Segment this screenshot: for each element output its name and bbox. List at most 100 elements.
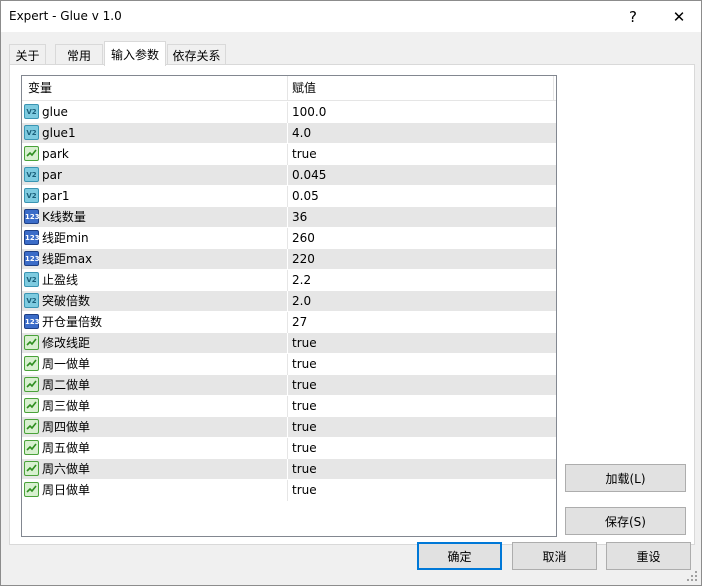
help-button[interactable]: ? (611, 1, 655, 32)
parameter-row[interactable]: V2 glue1 4.0 (22, 123, 556, 144)
column-divider (287, 291, 288, 312)
parameter-value[interactable]: true (292, 144, 556, 164)
parameter-row[interactable]: V2 glue 100.0 (22, 102, 556, 123)
ok-button[interactable]: 确定 (417, 542, 502, 570)
int-param-icon: 123 (24, 230, 40, 245)
save-button[interactable]: 保存(S) (565, 507, 686, 535)
column-divider (287, 102, 288, 123)
load-button[interactable]: 加载(L) (565, 464, 686, 492)
parameter-value[interactable]: 27 (292, 312, 556, 332)
parameter-row[interactable]: 周二做单 true (22, 375, 556, 396)
parameter-row[interactable]: V2 par1 0.05 (22, 186, 556, 207)
parameter-value[interactable]: 100.0 (292, 102, 556, 122)
expert-properties-dialog: Expert - Glue v 1.0 ? ✕ 关于 常用 输入参数 依存关系 … (0, 0, 702, 586)
parameter-name: 周六做单 (42, 462, 91, 476)
bool-param-icon (24, 146, 39, 161)
parameter-value[interactable]: true (292, 375, 556, 395)
column-divider (287, 354, 288, 375)
double-param-icon: V2 (24, 293, 39, 308)
parameter-row[interactable]: 周四做单 true (22, 417, 556, 438)
parameter-row[interactable]: 修改线距 true (22, 333, 556, 354)
bool-param-icon (24, 440, 39, 455)
parameter-row[interactable]: 周五做单 true (22, 438, 556, 459)
column-divider (287, 144, 288, 165)
parameter-row[interactable]: V2 止盈线 2.2 (22, 270, 556, 291)
tab-common[interactable]: 常用 (55, 44, 103, 65)
parameter-value[interactable]: 0.05 (292, 186, 556, 206)
tab-dependencies[interactable]: 依存关系 (167, 44, 226, 65)
parameter-name: K线数量 (42, 210, 86, 224)
close-button[interactable]: ✕ (657, 1, 701, 32)
parameter-value[interactable]: 0.045 (292, 165, 556, 185)
column-divider (287, 228, 288, 249)
parameter-name: 周五做单 (42, 441, 91, 455)
parameter-value[interactable]: true (292, 396, 556, 416)
parameter-value[interactable]: true (292, 417, 556, 437)
column-divider (287, 480, 288, 501)
parameter-name: glue1 (42, 126, 76, 140)
bool-param-icon (24, 335, 39, 350)
bool-param-icon (24, 461, 39, 476)
parameter-name: 周二做单 (42, 378, 91, 392)
parameter-row[interactable]: park true (22, 144, 556, 165)
column-divider (287, 123, 288, 144)
column-divider (287, 312, 288, 333)
bool-param-icon (24, 482, 39, 497)
parameter-value[interactable]: true (292, 333, 556, 353)
column-header-variable[interactable]: 变量 (22, 76, 288, 101)
int-param-icon: 123 (24, 251, 40, 266)
column-divider (287, 375, 288, 396)
parameter-value[interactable]: true (292, 354, 556, 374)
parameter-row[interactable]: V2 突破倍数 2.0 (22, 291, 556, 312)
parameter-row[interactable]: 123 线距min 260 (22, 228, 556, 249)
parameter-name: par (42, 168, 62, 182)
tab-inputs[interactable]: 输入参数 (104, 41, 166, 66)
parameter-value[interactable]: 2.0 (292, 291, 556, 311)
column-divider (287, 186, 288, 207)
parameter-row[interactable]: V2 par 0.045 (22, 165, 556, 186)
parameter-value[interactable]: 260 (292, 228, 556, 248)
parameter-row[interactable]: 123 开仓量倍数 27 (22, 312, 556, 333)
double-param-icon: V2 (24, 167, 39, 182)
parameter-value[interactable]: true (292, 459, 556, 479)
parameter-name: glue (42, 105, 68, 119)
parameter-row[interactable]: 周三做单 true (22, 396, 556, 417)
bool-param-icon (24, 398, 39, 413)
window-title: Expert - Glue v 1.0 (9, 9, 122, 23)
parameter-row[interactable]: 周日做单 true (22, 480, 556, 501)
parameter-value[interactable]: 36 (292, 207, 556, 227)
resize-grip-icon[interactable] (686, 570, 698, 582)
tab-about[interactable]: 关于 (9, 44, 46, 65)
column-divider (287, 207, 288, 228)
parameter-value[interactable]: true (292, 438, 556, 458)
parameter-row[interactable]: 123 线距max 220 (22, 249, 556, 270)
parameter-value[interactable]: 2.2 (292, 270, 556, 290)
parameter-name: 突破倍数 (42, 294, 91, 308)
inputs-panel: 变量 赋值 V2 glue 100.0 V2 glue1 4.0 park true V2 par… (9, 64, 695, 545)
column-divider (287, 165, 288, 186)
parameter-row[interactable]: 周一做单 true (22, 354, 556, 375)
parameter-value[interactable]: 4.0 (292, 123, 556, 143)
column-header-value[interactable]: 赋值 (288, 76, 554, 101)
parameter-value[interactable]: true (292, 480, 556, 500)
parameter-name: park (42, 147, 69, 161)
parameters-grid: 变量 赋值 V2 glue 100.0 V2 glue1 4.0 park true V2 par… (21, 75, 557, 537)
parameter-row[interactable]: 123 K线数量 36 (22, 207, 556, 228)
double-param-icon: V2 (24, 272, 39, 287)
int-param-icon: 123 (24, 314, 40, 329)
column-divider (287, 270, 288, 291)
bool-param-icon (24, 419, 39, 434)
bool-param-icon (24, 377, 39, 392)
parameter-value[interactable]: 220 (292, 249, 556, 269)
cancel-button[interactable]: 取消 (512, 542, 597, 570)
double-param-icon: V2 (24, 125, 39, 140)
parameter-row[interactable]: 周六做单 true (22, 459, 556, 480)
column-divider (287, 459, 288, 480)
reset-button[interactable]: 重设 (606, 542, 691, 570)
parameter-name: par1 (42, 189, 70, 203)
parameter-name: 线距max (42, 252, 93, 266)
parameter-name: 开仓量倍数 (42, 315, 103, 329)
parameter-name: 修改线距 (42, 336, 91, 350)
column-divider (287, 396, 288, 417)
parameter-name: 周日做单 (42, 483, 91, 497)
